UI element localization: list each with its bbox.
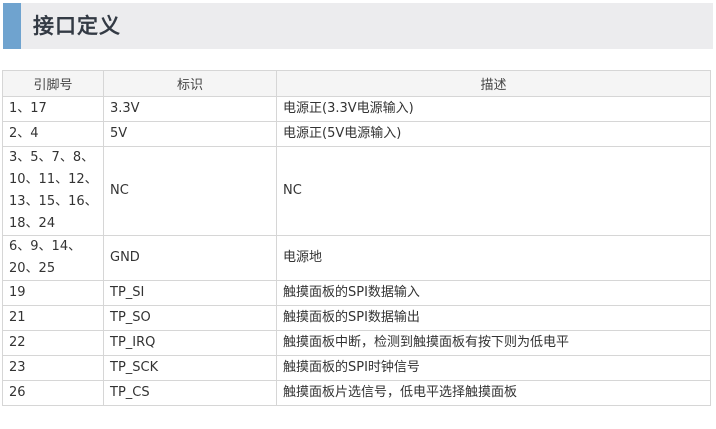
description-cell: NC [276, 146, 711, 236]
label-cell: TP_SO [103, 305, 277, 331]
pin-cell: 6、9、14、20、25 [2, 235, 104, 281]
description-cell: 触摸面板的SPI时钟信号 [276, 355, 711, 381]
description-cell: 触摸面板的SPI数据输入 [276, 280, 711, 306]
table-row: 19 TP_SI 触摸面板的SPI数据输入 [2, 280, 711, 306]
table-header-row: 引脚号 标识 描述 [2, 70, 711, 97]
pin-cell: 3、5、7、8、10、11、12、13、15、16、18、24 [2, 146, 104, 236]
pin-cell: 1、17 [2, 96, 104, 122]
table-row: 26 TP_CS 触摸面板片选信号，低电平选择触摸面板 [2, 380, 711, 406]
pin-cell: 21 [2, 305, 104, 331]
table-row: 22 TP_IRQ 触摸面板中断，检测到触摸面板有按下则为低电平 [2, 330, 711, 356]
label-cell: GND [103, 235, 277, 281]
label-cell: 5V [103, 121, 277, 147]
label-cell: TP_SCK [103, 355, 277, 381]
label-cell: TP_IRQ [103, 330, 277, 356]
table-row: 23 TP_SCK 触摸面板的SPI时钟信号 [2, 355, 711, 381]
column-header-label: 标识 [103, 70, 277, 97]
pin-cell: 2、4 [2, 121, 104, 147]
label-cell: TP_CS [103, 380, 277, 406]
description-cell: 触摸面板片选信号，低电平选择触摸面板 [276, 380, 711, 406]
label-cell: TP_SI [103, 280, 277, 306]
description-cell: 电源正(3.3V电源输入) [276, 96, 711, 122]
table-row: 1、17 3.3V 电源正(3.3V电源输入) [2, 96, 711, 122]
label-cell: 3.3V [103, 96, 277, 122]
pin-cell: 23 [2, 355, 104, 381]
table-row: 2、4 5V 电源正(5V电源输入) [2, 121, 711, 147]
header-accent-bar [3, 3, 21, 49]
description-cell: 电源地 [276, 235, 711, 281]
table-row: 21 TP_SO 触摸面板的SPI数据输出 [2, 305, 711, 331]
column-header-description: 描述 [276, 70, 711, 97]
section-title: 接口定义 [33, 14, 121, 38]
section-header: 接口定义 [3, 3, 713, 49]
label-cell: NC [103, 146, 277, 236]
pin-cell: 19 [2, 280, 104, 306]
pin-cell: 26 [2, 380, 104, 406]
table-row: 3、5、7、8、10、11、12、13、15、16、18、24 NC NC [2, 146, 711, 236]
table-row: 6、9、14、20、25 GND 电源地 [2, 235, 711, 281]
pin-cell: 22 [2, 330, 104, 356]
pin-definition-table: 引脚号 标识 描述 1、17 3.3V 电源正(3.3V电源输入) 2、4 5V… [2, 70, 711, 406]
column-header-pin: 引脚号 [2, 70, 104, 97]
description-cell: 触摸面板中断，检测到触摸面板有按下则为低电平 [276, 330, 711, 356]
description-cell: 触摸面板的SPI数据输出 [276, 305, 711, 331]
description-cell: 电源正(5V电源输入) [276, 121, 711, 147]
